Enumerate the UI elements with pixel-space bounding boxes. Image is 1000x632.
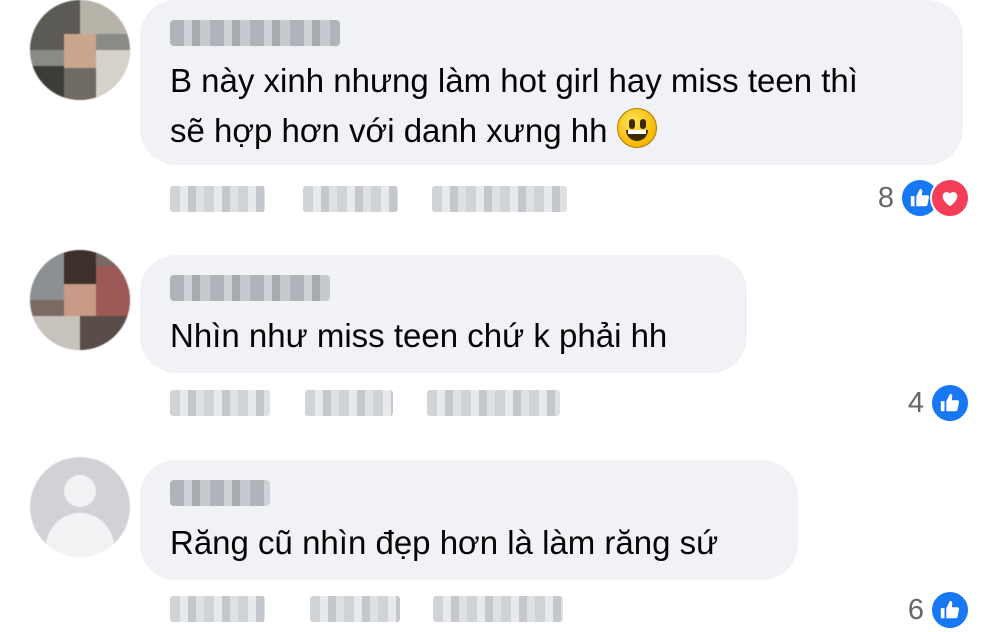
reaction-summary[interactable]: 8 <box>878 178 970 218</box>
comment-bubble: B này xinh nhưng làm hot girl hay miss t… <box>140 0 963 165</box>
comment-text-line-1: Nhìn như miss teen chứ k phải hh <box>170 317 668 354</box>
comment-bubble: Nhìn như miss teen chứ k phải hh <box>140 255 747 373</box>
comment-text-line-2-content: sẽ hợp hơn với danh xưng hh <box>170 112 608 149</box>
like-icon <box>930 383 970 423</box>
reaction-summary[interactable]: 4 <box>908 383 970 423</box>
timestamp-blurred[interactable] <box>170 186 265 212</box>
reply-link-blurred[interactable] <box>427 390 560 416</box>
author-name-blurred[interactable] <box>170 20 340 46</box>
avatar[interactable] <box>30 250 130 350</box>
comment-text-line-2: sẽ hợp hơn với danh xưng hh <box>170 106 658 156</box>
timestamp-blurred[interactable] <box>170 596 265 622</box>
avatar[interactable] <box>30 0 130 100</box>
like-icon <box>930 590 970 630</box>
reaction-count: 6 <box>907 593 924 626</box>
like-link-blurred[interactable] <box>303 186 398 212</box>
love-icon <box>930 178 970 218</box>
reaction-summary[interactable]: 6 <box>908 590 970 630</box>
avatar[interactable] <box>30 457 130 557</box>
author-name-blurred[interactable] <box>170 275 330 301</box>
grinning-face-icon <box>617 108 658 148</box>
comment-text-line-1: Răng cũ nhìn đẹp hơn là làm răng sứ <box>170 524 719 561</box>
like-link-blurred[interactable] <box>310 596 400 622</box>
author-name-blurred[interactable] <box>170 480 270 506</box>
reply-link-blurred[interactable] <box>433 596 563 622</box>
comment-text-line-1: B này xinh nhưng làm hot girl hay miss t… <box>170 62 858 99</box>
reply-link-blurred[interactable] <box>432 186 567 212</box>
reaction-count: 4 <box>907 386 924 419</box>
reaction-count: 8 <box>877 181 894 214</box>
timestamp-blurred[interactable] <box>170 390 270 416</box>
like-link-blurred[interactable] <box>305 390 393 416</box>
comment-bubble: Răng cũ nhìn đẹp hơn là làm răng sứ <box>140 460 798 580</box>
